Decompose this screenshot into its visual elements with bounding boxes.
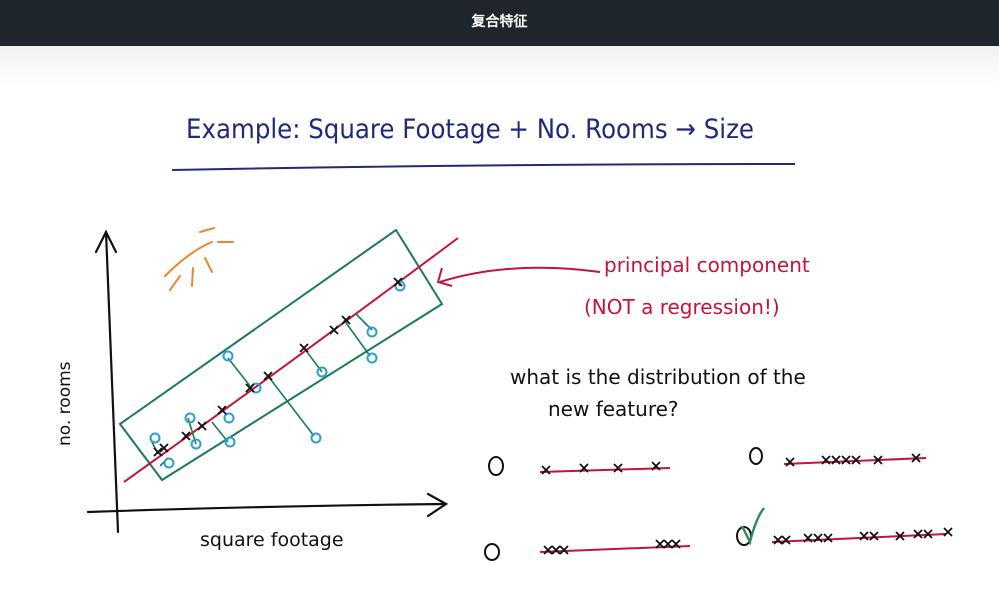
option-b[interactable] xyxy=(749,447,927,467)
annotation-not-regression: (NOT a regression!) xyxy=(584,295,780,319)
option-a-radio[interactable] xyxy=(488,456,504,476)
x-axis-label: square footage xyxy=(200,529,344,551)
option-a[interactable] xyxy=(488,456,671,476)
sun-doodle xyxy=(164,227,234,291)
check-icon xyxy=(740,507,765,546)
title-bar: 复合特征 xyxy=(0,0,999,46)
annotation-principal-component: principal component xyxy=(604,253,810,277)
window-title: 复合特征 xyxy=(471,14,528,30)
annotation-arrowhead xyxy=(436,267,453,287)
plot-axes xyxy=(86,229,449,534)
y-axis-label: no. rooms xyxy=(55,361,75,446)
slide-heading: Example: Square Footage + No. Rooms → Si… xyxy=(186,114,754,145)
heading-underline xyxy=(171,163,796,171)
question-line-1: what is the distribution of the xyxy=(510,365,806,389)
variance-box xyxy=(118,228,444,482)
principal-component-line xyxy=(123,237,459,483)
annotation-arrow xyxy=(439,266,601,283)
option-a-line xyxy=(539,467,671,473)
option-d[interactable] xyxy=(736,507,953,546)
question-line-2: new feature? xyxy=(548,397,679,421)
option-c-radio[interactable] xyxy=(484,543,500,561)
option-b-radio[interactable] xyxy=(749,447,763,465)
option-c[interactable] xyxy=(484,539,691,561)
whiteboard: Example: Square Footage + No. Rooms → Si… xyxy=(55,114,953,561)
